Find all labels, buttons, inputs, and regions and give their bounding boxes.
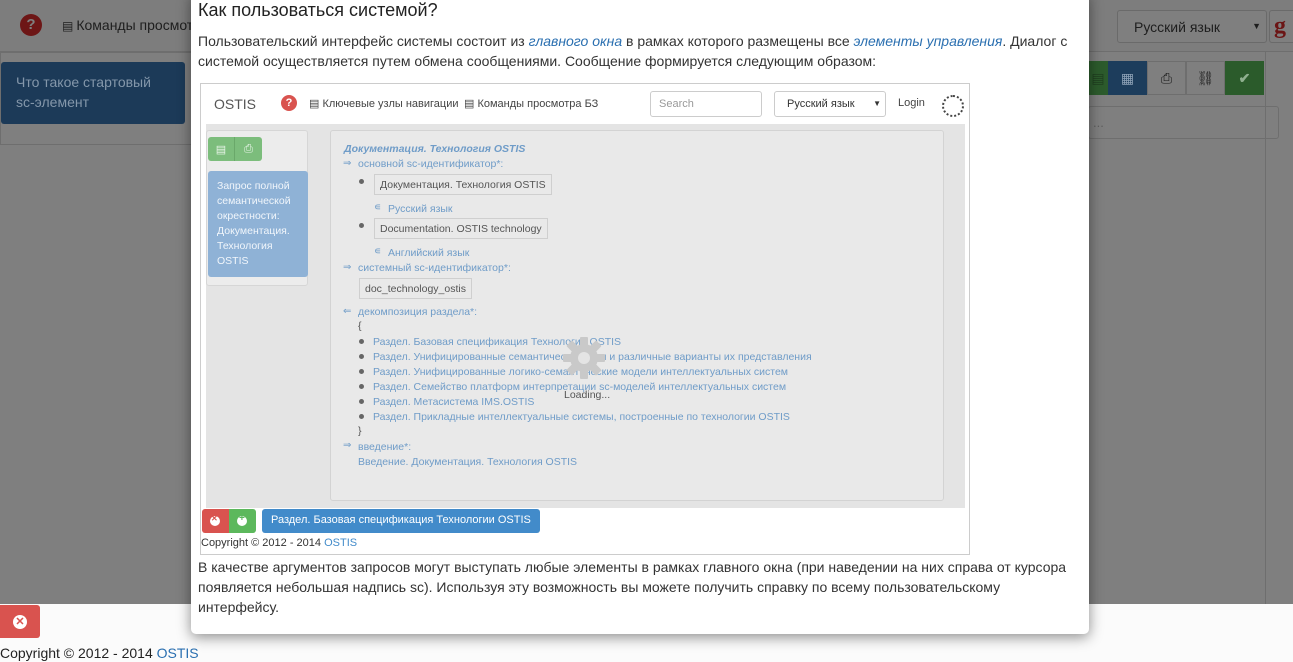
shot-plus-icon [237, 513, 247, 526]
shot-search-input: Search [650, 91, 762, 117]
start-element-button[interactable]: Что такое стартовый sc-элемент [1, 62, 185, 124]
shot-brace-close: } [358, 425, 362, 437]
shot-bullet [359, 354, 364, 359]
shot-delete-button [202, 509, 229, 533]
window-toolbar: ▤ ▦ ⎙ ⛓ ✔ [1088, 61, 1264, 95]
shot-history-tab: Раздел. Базовая спецификация Технологии … [262, 509, 540, 533]
example-screenshot: OSTIS ? ▤ Ключевые узлы навигации ▤ Кома… [200, 83, 970, 555]
shot-brace-open: { [358, 320, 362, 332]
shot-print-icon: ⎙ [235, 137, 262, 161]
shot-member-icon: ∊ [374, 202, 382, 213]
language-select[interactable]: Русский язык ▼ [1117, 10, 1267, 43]
shot-sys-id: doc_technology_ostis [359, 278, 472, 299]
shot-add-button [229, 509, 256, 533]
shot-arrow-icon: ⇒ [343, 262, 352, 273]
copyright: Copyright © 2012 - 2014 OSTIS [0, 645, 199, 661]
shot-left-panel: ▤ ⎙ Запрос полной семантической окрестно… [206, 130, 308, 286]
command-input[interactable]: ... [1088, 106, 1279, 139]
shot-help-icon: ? [281, 95, 297, 111]
shot-lang-en: Английский язык [388, 247, 470, 259]
shot-intro-label: введение*: [358, 441, 412, 453]
shot-section: Раздел. Прикладные интеллектуальные сист… [373, 411, 790, 423]
shot-section: Раздел. Метасистема IMS.OSTIS [373, 396, 535, 408]
shot-main-id-label: основной sc-идентификатор*: [358, 158, 504, 170]
grid-view-button[interactable]: ▦ [1108, 61, 1147, 95]
shot-arrow-icon: ⇐ [343, 306, 352, 317]
close-icon: ✕ [13, 614, 27, 629]
shot-footer: Раздел. Базовая спецификация Технологии … [201, 508, 969, 554]
shot-nav-key-nodes: ▤ Ключевые узлы навигации [309, 98, 459, 110]
shot-id-ru: Документация. Технология OSTIS [374, 174, 552, 195]
shot-body: ▤ ⎙ Запрос полной семантической окрестно… [206, 124, 965, 508]
dialog-title: Как пользоваться системой? [198, 0, 438, 20]
shot-login: Login [898, 97, 925, 109]
ostis-link[interactable]: OSTIS [157, 645, 199, 661]
shot-decomp-label: декомпозиция раздела*: [358, 306, 478, 318]
main-window-link[interactable]: главного окна [529, 33, 623, 49]
delete-history-button[interactable]: ✕ [0, 605, 40, 638]
text-view-button[interactable]: ▤ [1088, 61, 1108, 95]
shot-text-icon: ▤ [208, 137, 235, 161]
shot-bullet [359, 369, 364, 374]
shot-intro-value: Введение. Документация. Технология OSTIS [358, 456, 578, 468]
commands-menu[interactable]: ▤ Команды просмотр [62, 17, 201, 33]
shot-bullet [359, 223, 364, 228]
shot-spinner-icon [942, 95, 964, 117]
shot-bullet [359, 384, 364, 389]
shot-chevron-icon: ▼ [873, 99, 881, 108]
usage-paragraph: В качестве аргументов запросов могут выс… [198, 559, 1067, 615]
shot-bullet [359, 414, 364, 419]
confirm-button[interactable]: ✔ [1225, 61, 1264, 95]
shot-left-toolbar: ▤ ⎙ [208, 137, 262, 161]
shot-sys-id-label: системный sc-идентификатор*: [358, 262, 511, 274]
document-icon: ▤ [62, 19, 74, 33]
shot-close-icon [210, 514, 220, 526]
print-button[interactable]: ⎙ [1147, 61, 1186, 95]
shot-lang-ru: Русский язык [388, 203, 453, 215]
shot-nav-commands: ▤ Команды просмотра БЗ [464, 98, 599, 110]
shot-bullet [359, 399, 364, 404]
intro-paragraph: Пользовательский интерфейс системы состо… [198, 33, 1068, 69]
shot-language-select: Русский язык ▼ [774, 91, 886, 117]
shot-arrow-icon: ⇒ [343, 158, 352, 169]
shot-brand: OSTIS [214, 96, 257, 112]
shot-doc-title: Документация. Технология OSTIS [344, 143, 526, 155]
chevron-down-icon: ▼ [1252, 21, 1261, 31]
shot-gear-icon [563, 337, 605, 379]
shot-bullet [359, 179, 364, 184]
shot-id-en: Documentation. OSTIS technology [374, 218, 548, 239]
shot-request-item: Запрос полной семантической окрестности:… [208, 171, 308, 277]
help-dialog: Как пользоваться системой? Пользовательс… [191, 0, 1089, 634]
google-plus-button[interactable]: g [1269, 10, 1293, 43]
controls-link[interactable]: элементы управления [854, 33, 1003, 49]
link-button[interactable]: ⛓ [1186, 61, 1225, 95]
shot-bullet [359, 339, 364, 344]
shot-copyright: Copyright © 2012 - 2014 OSTIS [201, 537, 358, 549]
shot-loading-text: Loading... [564, 389, 611, 401]
shot-arrow-icon: ⇒ [343, 440, 352, 451]
help-icon[interactable]: ? [20, 14, 42, 36]
shot-member-icon: ∊ [374, 246, 382, 257]
shot-main-window: Документация. Технология OSTIS ⇒ основно… [330, 130, 944, 501]
shot-header: OSTIS ? ▤ Ключевые узлы навигации ▤ Кома… [201, 84, 969, 124]
